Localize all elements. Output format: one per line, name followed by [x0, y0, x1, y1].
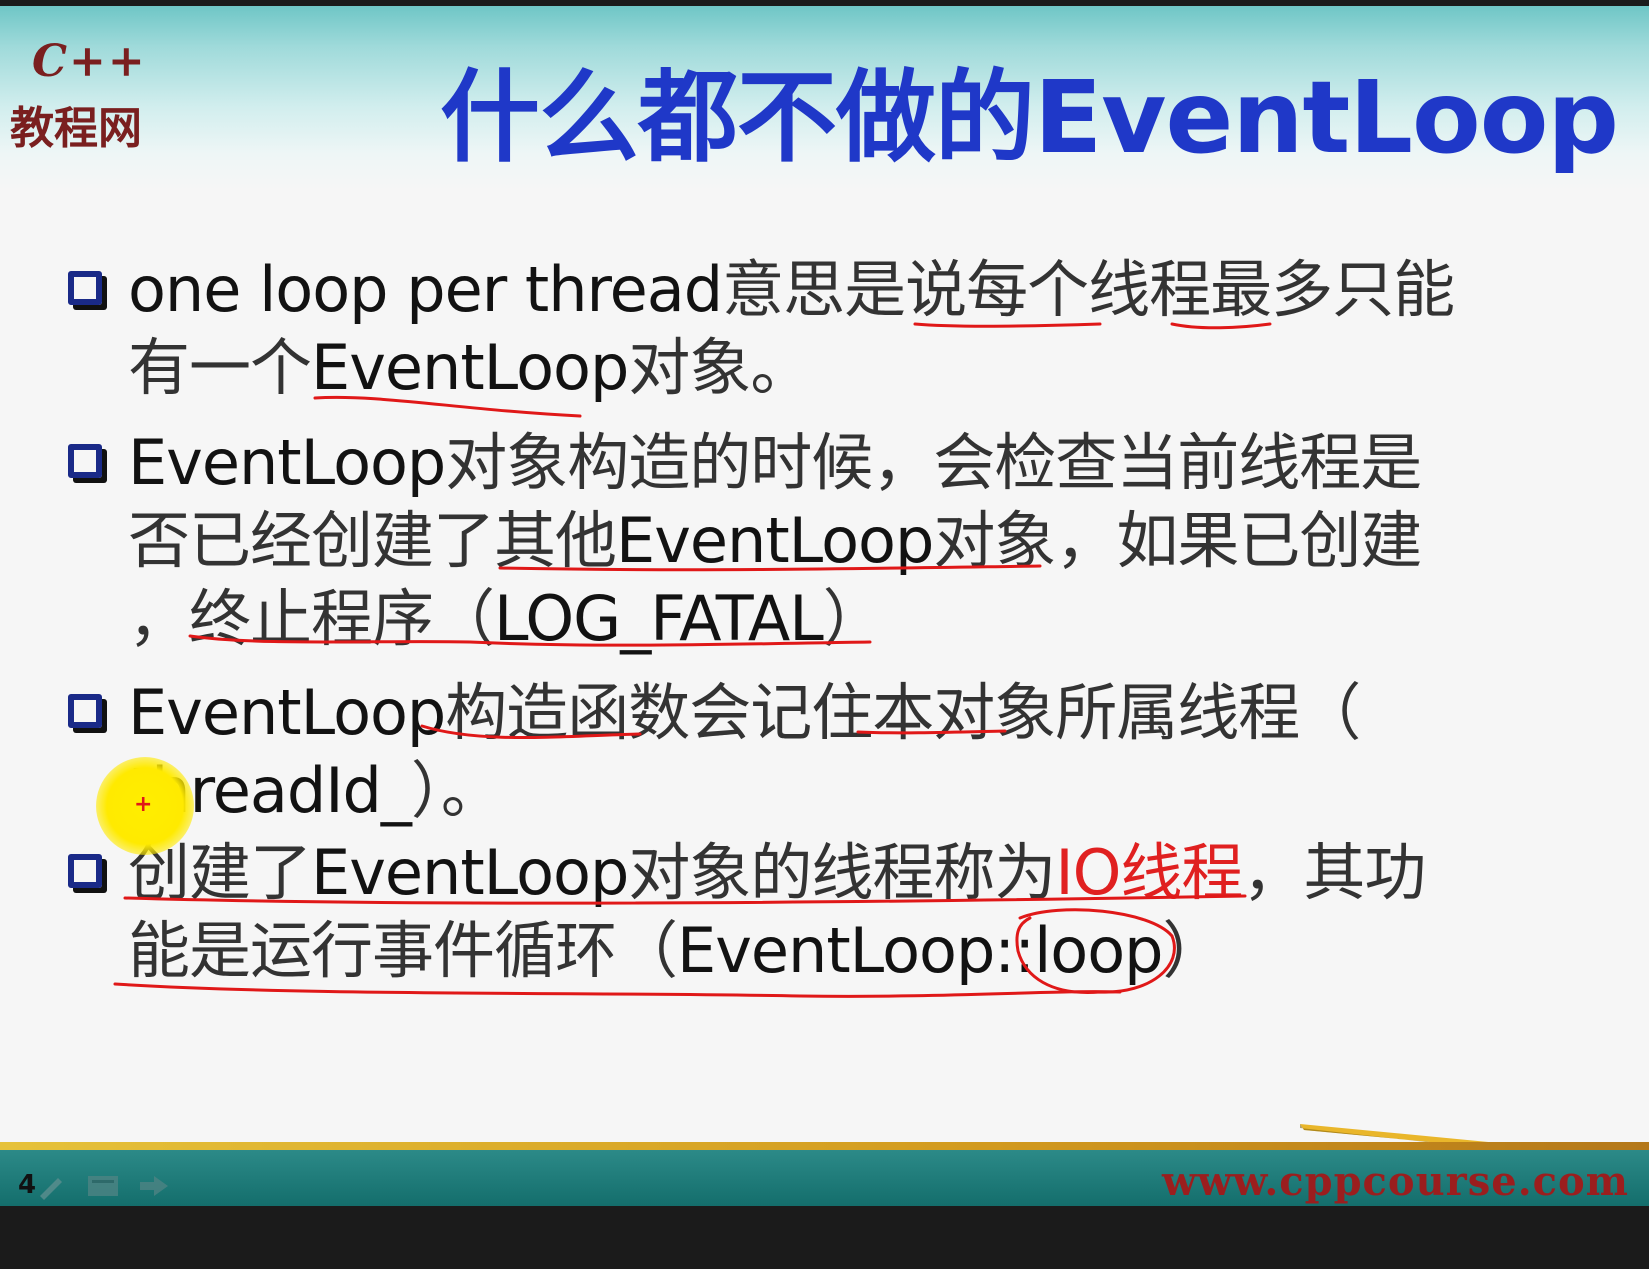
- bullet-text: ）: [1162, 914, 1225, 987]
- pen-tool-icon[interactable]: [36, 1172, 64, 1200]
- menu-icon[interactable]: [86, 1172, 120, 1198]
- bullet-text: 构造函数会记住本对象所属线程（: [445, 676, 1361, 749]
- bullet-text: 意思是说每个线程最多只能: [722, 253, 1455, 326]
- bullet-text: ）: [822, 582, 885, 655]
- bullet-text: ，终止程序（: [128, 582, 495, 655]
- bullet-text: 对象。: [628, 331, 812, 404]
- bullet-line: 创建了EventLoop对象的线程称为IO线程，其功: [128, 834, 1426, 912]
- checkbox-bullet-icon: [68, 271, 102, 305]
- bullet-list: one loop per thread意思是说每个线程最多只能 有一个EventL…: [0, 6, 1649, 1106]
- bullet-text: 对象构造的时候，会检查当前线程是: [445, 426, 1422, 499]
- bullet-lines: EventLoop构造函数会记住本对象所属线程（ threadId_）。: [128, 674, 1361, 830]
- bullet-text: 对象，如果已创建: [933, 504, 1422, 577]
- bullet-line: 有一个EventLoop对象。: [128, 329, 1454, 407]
- bullet-text: 能是运行事件循环（: [128, 914, 678, 987]
- bullet-text: EventLoop: [128, 676, 446, 749]
- next-slide-icon[interactable]: [138, 1172, 170, 1200]
- bullet-text: 否已经创建了其他: [128, 504, 617, 577]
- page-number: 4: [18, 1170, 37, 1200]
- checkbox-bullet-icon: [68, 854, 102, 888]
- bullet-text: ）。: [410, 754, 503, 827]
- bullet-text: one loop per thread: [128, 253, 723, 326]
- bullet-text: EventLoop: [311, 331, 629, 404]
- footer-accent-line: [0, 1142, 1649, 1150]
- bullet-text: LOG_FATAL: [494, 582, 824, 655]
- bullet-line: threadId_）。: [128, 752, 1360, 830]
- bullet-line: ，终止程序（LOG_FATAL）: [128, 580, 1421, 658]
- slide: C++ 教程网 什么都不做的EventLoop one loop per thr…: [0, 6, 1649, 1206]
- bullet-lines: 创建了EventLoop对象的线程称为IO线程，其功 能是运行事件循环（Event…: [128, 834, 1426, 990]
- bullet-text: 有一个: [128, 331, 312, 404]
- bullet-line: 否已经创建了其他EventLoop对象，如果已创建: [128, 502, 1422, 580]
- bullet-line: EventLoop构造函数会记住本对象所属线程（: [128, 674, 1361, 752]
- website-url: www.cppcourse.com: [1162, 1158, 1629, 1205]
- bullet-text: EventLoop::loop: [677, 914, 1164, 987]
- highlight-text: IO线程: [1055, 836, 1243, 909]
- cursor-crosshair-icon: +: [134, 792, 153, 817]
- bullet-lines: one loop per thread意思是说每个线程最多只能 有一个EventL…: [128, 251, 1455, 407]
- bullet-line: 能是运行事件循环（EventLoop::loop）: [128, 912, 1425, 990]
- bullet-text: EventLoop: [616, 504, 934, 577]
- bullet-text: 对象的线程称为: [628, 836, 1056, 909]
- checkbox-bullet-icon: [68, 444, 102, 478]
- bullet-lines: EventLoop对象构造的时候，会检查当前线程是 否已经创建了其他EventLo…: [128, 424, 1422, 658]
- checkbox-bullet-icon: [68, 694, 102, 728]
- bullet-text: EventLoop: [311, 836, 629, 909]
- bullet-text: ，其功: [1242, 836, 1426, 909]
- bullet-text: EventLoop: [128, 426, 446, 499]
- bullet-line: EventLoop对象构造的时候，会检查当前线程是: [128, 424, 1422, 502]
- bullet-line: one loop per thread意思是说每个线程最多只能: [128, 251, 1455, 329]
